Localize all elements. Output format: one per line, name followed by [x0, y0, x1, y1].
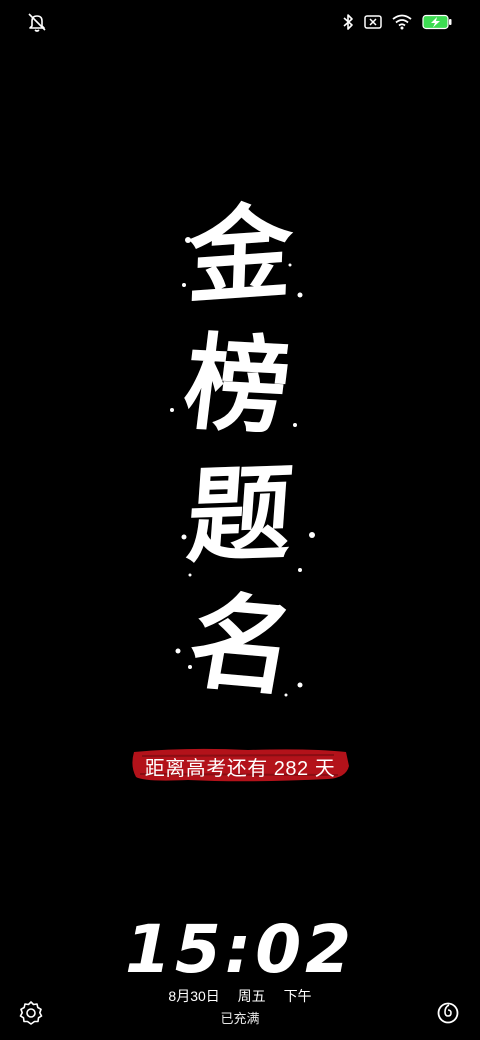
calligraphy-char: 榜 — [177, 320, 297, 449]
countdown-text: 距离高考还有 282 天 — [144, 758, 336, 780]
date-text: 8月30日 — [168, 988, 220, 1004]
battery-charging-icon — [422, 14, 452, 30]
calligraphy-char: 名 — [179, 578, 305, 711]
status-icons — [342, 11, 452, 33]
charge-status: 已充满 — [220, 1011, 260, 1026]
settings-icon[interactable] — [18, 1000, 44, 1026]
status-bar — [0, 0, 480, 44]
wifi-icon — [392, 14, 412, 30]
weekday-text: 周五 — [237, 988, 266, 1004]
no-sim-icon — [364, 14, 382, 30]
bell-off-icon — [26, 11, 48, 33]
calligraphy-wallpaper: 金 榜 题 名 — [0, 175, 480, 735]
lock-clock: 15:02 — [124, 911, 356, 988]
calligraphy-char: 题 — [183, 451, 297, 578]
calligraphy-char: 金 — [185, 189, 295, 320]
lock-date: 8月30日 周五 下午 — [0, 986, 480, 1006]
period-text: 下午 — [283, 988, 312, 1004]
music-app-icon[interactable] — [436, 1001, 460, 1025]
bluetooth-icon — [342, 13, 354, 31]
exam-countdown: 距离高考还有 282 天 — [0, 744, 480, 788]
